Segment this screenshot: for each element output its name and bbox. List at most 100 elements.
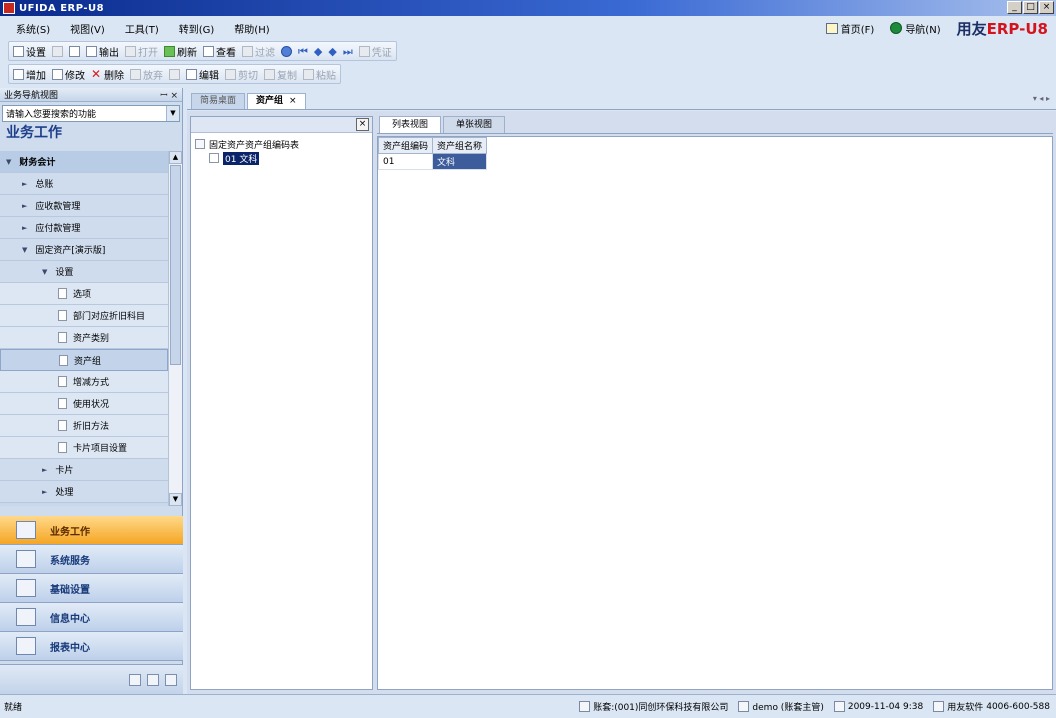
user-icon [738, 701, 750, 712]
tab-list-view[interactable]: 列表视图 [379, 116, 442, 133]
export-icon [86, 45, 97, 57]
tree-panel-close-button[interactable]: × [356, 118, 369, 131]
status-date: 2009-11-04 9:38 [833, 701, 923, 712]
delete-icon: ✕ [91, 66, 102, 81]
tree-item-fixed-assets[interactable]: ▼ 固定资产[演示版] [0, 239, 168, 261]
nav-category-buttons: 业务工作 系统服务 基础设置 信息中心 报表中心 [0, 516, 183, 661]
export-button[interactable]: 输出 [86, 44, 119, 59]
settings-button[interactable]: 设置 [13, 44, 46, 59]
tree-item-change-method[interactable]: 增减方式 [0, 371, 168, 393]
scroll-thumb[interactable] [170, 165, 181, 365]
open-button[interactable]: 打开 [125, 44, 158, 59]
tree-item-general-ledger[interactable]: ► 总账 [0, 173, 168, 195]
view-tabs: 列表视图 单张视图 [377, 116, 1053, 134]
home-button[interactable]: 首页(F) [825, 21, 874, 36]
preview-button[interactable] [69, 45, 80, 57]
tree-item-settings[interactable]: ▼ 设置 [0, 261, 168, 283]
close-button[interactable]: × [1039, 1, 1054, 14]
pin-icon[interactable]: ꟷ × [160, 88, 178, 101]
edit-button[interactable]: 编辑 [186, 67, 219, 82]
system-service-button[interactable]: 系统服务 [0, 545, 183, 574]
tree-item-processing[interactable]: ► 处理 [0, 481, 168, 503]
nav-scrollbar[interactable]: ▲ ▼ [168, 151, 182, 506]
last-record-button[interactable]: ⏭ [343, 46, 353, 57]
list-icon[interactable] [147, 673, 159, 686]
account-icon [579, 701, 591, 712]
navigate-button[interactable]: 导航(N) [890, 21, 941, 36]
caret-icon: ▼ [22, 245, 28, 254]
tree-node-asset-group-01[interactable]: 01 文科 [195, 151, 368, 165]
menu-tools[interactable]: 工具(T) [115, 21, 169, 36]
menu-help[interactable]: 帮助(H) [224, 21, 279, 36]
tree-item-asset-group[interactable]: 资产组 [0, 349, 168, 371]
modify-button[interactable]: 修改 [52, 67, 85, 82]
save-button[interactable] [169, 68, 180, 80]
status-user: demo (账套主管) [738, 700, 824, 713]
tab-asset-group[interactable]: 资产组 × [247, 93, 306, 109]
add-button[interactable]: 增加 [13, 67, 46, 82]
toolbar-edit: 增加 修改 ✕ 删除 放弃 编辑 剪切 复制 粘贴 [0, 63, 1056, 85]
settings-panel-icon [16, 579, 36, 597]
business-work-button[interactable]: 业务工作 [0, 516, 183, 545]
column-header-group-code[interactable]: 资产组编码 [377, 137, 434, 154]
asset-group-detail-panel: 列表视图 单张视图 资产组编码 资产组名称 01 文科 [377, 116, 1053, 690]
tree-item-dept-depreciation-account[interactable]: 部门对应折旧科目 [0, 305, 168, 327]
scroll-down-icon[interactable]: ▼ [169, 493, 182, 506]
tree-item-options[interactable]: 选项 [0, 283, 168, 305]
maximize-button[interactable]: □ [1023, 1, 1038, 14]
prev-record-button[interactable]: ◆ [314, 46, 322, 57]
view-button[interactable]: 查看 [203, 44, 236, 59]
tab-simple-desktop[interactable]: 简易桌面 [191, 93, 246, 109]
tree-item-asset-category[interactable]: 资产类别 [0, 327, 168, 349]
info-center-button[interactable]: 信息中心 [0, 603, 183, 632]
table-row[interactable]: 01 文科 [377, 153, 488, 170]
nav-search-input[interactable]: 请输入您要搜索的功能 ▼ [2, 105, 180, 122]
config-icon[interactable] [165, 673, 177, 686]
tab-card-view[interactable]: 单张视图 [443, 116, 506, 133]
voucher-button[interactable]: 凭证 [358, 44, 392, 59]
tab-close-icon[interactable]: × [289, 96, 297, 106]
chart-icon [16, 521, 36, 539]
menu-view[interactable]: 视图(V) [60, 21, 115, 36]
tree-root-asset-group-code-table[interactable]: 固定资产资产组编码表 [195, 137, 368, 151]
first-record-button[interactable]: ⏮ [298, 46, 308, 57]
shortcut-icon[interactable] [129, 673, 141, 686]
caret-icon: ► [42, 465, 48, 474]
menu-system[interactable]: 系统(S) [0, 21, 60, 36]
tree-item-card-fields[interactable]: 卡片项目设置 [0, 437, 168, 459]
phone-icon [933, 701, 945, 712]
refresh-button[interactable]: 刷新 [164, 44, 197, 59]
tree-item-finance[interactable]: ▼ 财务会计 [0, 151, 168, 173]
cell-group-name[interactable]: 文科 [432, 153, 488, 170]
next-record-button[interactable]: ◆ [328, 46, 336, 57]
nav-tree: ▼ 财务会计 ► 总账 ► 应收款管理 ► 应付款管理 ▼ 固定资产[演示版] ▼ 设置 选… [0, 151, 168, 506]
nav-section-title: 业务工作 [0, 122, 182, 144]
print-button[interactable] [52, 45, 63, 57]
delete-button[interactable]: ✕ 删除 [91, 67, 124, 82]
chevron-down-icon[interactable]: ▼ [166, 106, 179, 121]
filter-button[interactable]: 过滤 [242, 44, 275, 59]
menu-goto[interactable]: 转到(G) [169, 21, 225, 36]
copy-button[interactable]: 复制 [264, 67, 297, 82]
top-right-area: 首页(F) 导航(N) 用友ERP-U8 [825, 16, 1048, 40]
copy-icon [264, 68, 275, 80]
cell-group-code[interactable]: 01 [377, 153, 434, 170]
tree-item-payables[interactable]: ► 应付款管理 [0, 217, 168, 239]
tree-item-cards[interactable]: ► 卡片 [0, 459, 168, 481]
abandon-button[interactable]: 放弃 [130, 67, 163, 82]
paste-button[interactable]: 粘贴 [303, 67, 336, 82]
table-header-row: 资产组编码 资产组名称 [377, 137, 488, 154]
tab-navigation-icon[interactable]: ▾ ◂ ▸ [1033, 94, 1050, 103]
report-icon [16, 637, 36, 655]
report-center-button[interactable]: 报表中心 [0, 632, 183, 661]
tree-item-receivables[interactable]: ► 应收款管理 [0, 195, 168, 217]
save-icon [169, 68, 180, 80]
help-button[interactable] [281, 45, 292, 57]
tree-item-usage-status[interactable]: 使用状况 [0, 393, 168, 415]
minimize-button[interactable]: _ [1007, 1, 1022, 14]
column-header-group-name[interactable]: 资产组名称 [432, 137, 488, 154]
tree-item-depreciation-method[interactable]: 折旧方法 [0, 415, 168, 437]
cut-button[interactable]: 剪切 [225, 67, 258, 82]
basic-settings-button[interactable]: 基础设置 [0, 574, 183, 603]
scroll-up-icon[interactable]: ▲ [169, 151, 182, 164]
